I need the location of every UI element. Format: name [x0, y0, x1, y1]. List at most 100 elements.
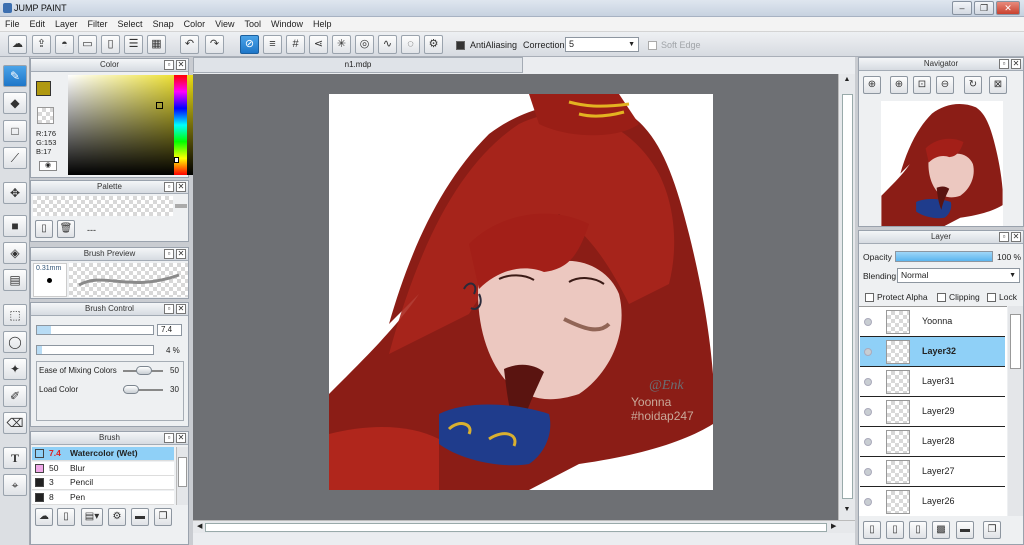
- visibility-icon[interactable]: [864, 348, 872, 356]
- magic-wand-icon[interactable]: ✦: [3, 358, 27, 380]
- monitor-icon[interactable]: ▭: [78, 35, 97, 54]
- redo-icon[interactable]: ↷: [205, 35, 224, 54]
- parallel-snap-icon[interactable]: ≡: [263, 35, 282, 54]
- foreground-color-swatch[interactable]: [36, 81, 51, 96]
- layer-folder-icon[interactable]: ▬: [956, 521, 974, 539]
- menu-file[interactable]: File: [0, 17, 25, 31]
- share-icon[interactable]: ⇪: [32, 35, 51, 54]
- rectangle-select-icon[interactable]: □: [3, 120, 27, 142]
- gradient-tool-icon[interactable]: ▤: [3, 269, 27, 291]
- line-tool-icon[interactable]: ⟋: [3, 147, 27, 169]
- panel-popout-icon[interactable]: ▫: [164, 304, 174, 314]
- layer-row[interactable]: Layer26: [860, 487, 1005, 516]
- menu-window[interactable]: Window: [266, 17, 308, 31]
- select-rect-icon[interactable]: ⬚: [3, 304, 27, 326]
- crosshatch-snap-icon[interactable]: #: [286, 35, 305, 54]
- navigator-thumbnail[interactable]: [881, 101, 1003, 226]
- load-color-slider-handle[interactable]: [123, 385, 139, 394]
- menu-color[interactable]: Color: [179, 17, 211, 31]
- panel-close-icon[interactable]: ✕: [1011, 59, 1021, 69]
- layer-row[interactable]: Layer32: [860, 337, 1005, 367]
- menu-view[interactable]: View: [210, 17, 239, 31]
- bucket-tool-icon[interactable]: ◈: [3, 242, 27, 264]
- menu-snap[interactable]: Snap: [148, 17, 179, 31]
- scroll-left-icon[interactable]: ◀: [197, 522, 202, 530]
- brush-opacity-slider[interactable]: [36, 345, 154, 355]
- scroll-down-icon[interactable]: ▼: [841, 506, 853, 516]
- panel-popout-icon[interactable]: ▫: [999, 232, 1009, 242]
- visibility-icon[interactable]: [864, 438, 872, 446]
- brush-menu-icon[interactable]: ▤▾: [81, 508, 103, 526]
- brush-folder-icon[interactable]: ▬: [131, 508, 149, 526]
- layer-row[interactable]: Layer28: [860, 427, 1005, 457]
- lasso-tool-icon[interactable]: ◯: [3, 331, 27, 353]
- panel-popout-icon[interactable]: ▫: [164, 433, 174, 443]
- scroll-up-icon[interactable]: ▲: [841, 76, 853, 86]
- layer-list-scrollbar[interactable]: [1008, 306, 1023, 516]
- brush-size-slider[interactable]: [36, 325, 154, 335]
- select-eraser-icon[interactable]: ⌫: [3, 412, 27, 434]
- rotate-icon[interactable]: ↻: [964, 76, 982, 94]
- brush-tool-icon[interactable]: ✎: [3, 65, 27, 87]
- eyedropper-tool-icon[interactable]: ⌖: [3, 474, 27, 496]
- brush-list-scrollbar[interactable]: [176, 447, 188, 505]
- visibility-icon[interactable]: [864, 318, 872, 326]
- canvas-vertical-scrollbar[interactable]: ▲ ▼: [838, 74, 855, 520]
- panel-close-icon[interactable]: ✕: [176, 182, 186, 192]
- panel-popout-icon[interactable]: ▫: [999, 59, 1009, 69]
- hue-slider-handle[interactable]: [174, 157, 179, 163]
- layer-row[interactable]: Layer29: [860, 397, 1005, 427]
- curve-snap-icon[interactable]: ∿: [378, 35, 397, 54]
- brush-list-item[interactable]: 8 Pen: [32, 490, 174, 505]
- panel-close-icon[interactable]: ✕: [176, 304, 186, 314]
- zoom-in-icon[interactable]: ⊕: [863, 76, 881, 94]
- vanish-point-icon[interactable]: ⋖: [309, 35, 328, 54]
- antialias-checkbox[interactable]: [456, 40, 468, 51]
- menu-filter[interactable]: Filter: [83, 17, 113, 31]
- clipping-checkbox[interactable]: Clipping: [937, 292, 980, 303]
- zoom-plus-icon[interactable]: ⊕: [890, 76, 908, 94]
- grid-icon[interactable]: ▦: [147, 35, 166, 54]
- document-tab[interactable]: n1.mdp: [193, 57, 523, 73]
- fill-rect-icon[interactable]: ■: [3, 215, 27, 237]
- minimize-button[interactable]: –: [952, 1, 972, 15]
- panel-close-icon[interactable]: ✕: [176, 249, 186, 259]
- fit-screen-icon[interactable]: ⊡: [913, 76, 931, 94]
- blending-select[interactable]: Normal ▼: [897, 268, 1020, 283]
- visibility-icon[interactable]: [864, 498, 872, 506]
- layer-row[interactable]: Layer31: [860, 367, 1005, 397]
- panel-popout-icon[interactable]: ▫: [164, 182, 174, 192]
- page-icon[interactable]: ▯: [101, 35, 120, 54]
- trash-icon[interactable]: 🗑: [57, 220, 75, 238]
- select-pen-icon[interactable]: ✐: [3, 385, 27, 407]
- text-tool-icon[interactable]: T: [3, 447, 27, 469]
- undo-icon[interactable]: ↶: [180, 35, 199, 54]
- color-picker-cursor[interactable]: [156, 102, 163, 109]
- radial-snap-icon[interactable]: ✳: [332, 35, 351, 54]
- canvas-horizontal-scrollbar[interactable]: ◀ ▶: [193, 520, 855, 533]
- new-brush-icon[interactable]: ▯: [57, 508, 75, 526]
- close-button[interactable]: ✕: [996, 1, 1020, 15]
- panel-popout-icon[interactable]: ▫: [164, 249, 174, 259]
- brush-list-item[interactable]: 3 Pencil: [32, 476, 174, 490]
- menu-tool[interactable]: Tool: [239, 17, 266, 31]
- visibility-icon[interactable]: [864, 378, 872, 386]
- list-icon[interactable]: ☰: [124, 35, 143, 54]
- lock-checkbox[interactable]: Lock: [987, 292, 1017, 303]
- panel-close-icon[interactable]: ✕: [176, 60, 186, 70]
- brush-list-item[interactable]: 50 Blur: [32, 461, 174, 476]
- menu-layer[interactable]: Layer: [50, 17, 83, 31]
- comment-icon[interactable]: ◓: [55, 35, 74, 54]
- protect-alpha-checkbox[interactable]: Protect Alpha: [865, 292, 928, 303]
- layer-opacity-slider[interactable]: [895, 251, 993, 262]
- panel-popout-icon[interactable]: ▫: [164, 60, 174, 70]
- brush-settings-icon[interactable]: ⚙: [108, 508, 126, 526]
- brush-size-value[interactable]: 7.4: [157, 324, 182, 336]
- move-tool-icon[interactable]: ✥: [3, 182, 27, 204]
- visibility-icon[interactable]: [864, 468, 872, 476]
- layer-row[interactable]: Layer27: [860, 457, 1005, 487]
- panel-close-icon[interactable]: ✕: [176, 433, 186, 443]
- eye-icon[interactable]: ◉: [39, 161, 57, 171]
- transparent-swatch[interactable]: [37, 107, 54, 124]
- new-palette-icon[interactable]: ▯: [35, 220, 53, 238]
